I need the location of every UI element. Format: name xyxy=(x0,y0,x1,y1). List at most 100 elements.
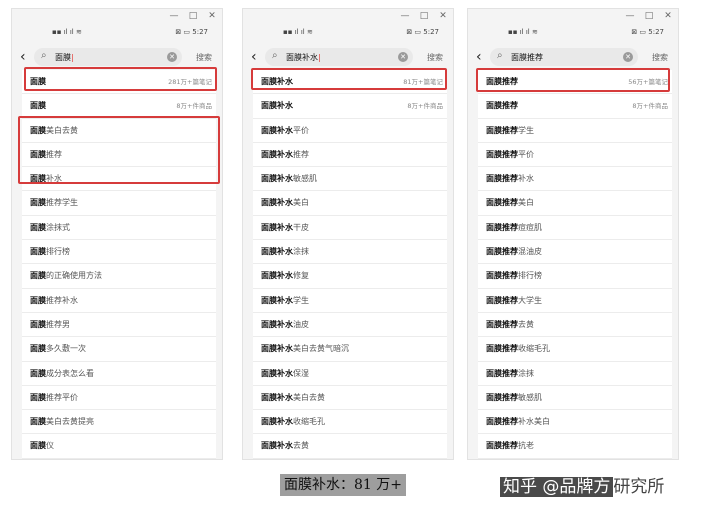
suggestion-row[interactable]: 面膜推荐补水美白 xyxy=(478,410,672,435)
suggestion-row[interactable]: 面膜补水平价 xyxy=(253,119,447,143)
suggestion-row[interactable]: 面膜涂抹式 xyxy=(22,216,216,241)
suggestion-row[interactable]: 面膜补水学生 xyxy=(253,289,447,313)
suggestion-suffix: 美白 xyxy=(293,198,309,208)
suggestion-row[interactable]: 面膜推荐排行榜 xyxy=(478,264,672,289)
suggestion-row[interactable]: 面膜补水敏感肌 xyxy=(253,167,447,192)
suggestion-keyword: 面膜补水 xyxy=(261,392,293,402)
signal-icons: ▪▪ ıl ıl ≋ xyxy=(52,28,82,36)
clear-icon[interactable]: ✕ xyxy=(167,52,177,62)
suggestion-suffix: 保湿 xyxy=(293,368,309,378)
maximize-button[interactable]: □ xyxy=(643,11,655,21)
minimize-button[interactable]: — xyxy=(168,11,180,21)
suggestion-keyword: 面膜补水 xyxy=(261,222,293,232)
suggestion-row[interactable]: 面膜美白去黄提亮 xyxy=(22,410,216,435)
suggestion-row[interactable]: 面膜推荐敏感肌 xyxy=(478,386,672,411)
suggestion-row[interactable]: 面膜推荐平价 xyxy=(22,386,216,411)
suggestion-row[interactable]: 面膜补水去黄 xyxy=(253,434,447,459)
suggestion-row[interactable]: 面膜排行榜 xyxy=(22,240,216,265)
suggestion-suffix: 排行榜 xyxy=(518,271,542,281)
status-time: ⊠ ▭ 5:27 xyxy=(406,28,439,36)
suggestion-row[interactable]: 面膜补水油皮 xyxy=(253,313,447,338)
suggestion-suffix: 补水 xyxy=(518,174,534,184)
suggestion-row[interactable]: 面膜推荐学生 xyxy=(478,119,672,143)
window-controls: — □ ✕ xyxy=(168,11,218,21)
suggestion-keyword: 面膜补水 xyxy=(261,198,293,208)
watermark: 知乎 @品牌方 xyxy=(500,477,614,497)
caption-right: 知乎 @品牌方 研究所 xyxy=(500,474,664,500)
suggestion-row[interactable]: 面膜补水涂抹 xyxy=(253,240,447,265)
suggestion-count: 8万+件商品 xyxy=(632,102,668,111)
suggestion-row[interactable]: 面膜推荐去黄 xyxy=(478,313,672,338)
suggestion-row[interactable]: 面膜推荐抗老 xyxy=(478,434,672,459)
suggestion-row[interactable]: 面膜仪 xyxy=(22,434,216,459)
suggestion-row[interactable]: 面膜推荐混油皮 xyxy=(478,240,672,265)
suggestion-row[interactable]: 面膜推荐 8万+件商品 xyxy=(478,94,672,119)
suggestion-row[interactable]: 面膜推荐平价 xyxy=(478,143,672,168)
suggestion-suffix: 干皮 xyxy=(293,222,309,232)
suggestion-row[interactable]: 面膜补水 8万+件商品 xyxy=(253,94,447,119)
search-input[interactable]: ⌕ 面膜推荐 ✕ xyxy=(490,48,638,66)
search-bar: ‹ ⌕ 面膜推荐 ✕ 搜索 xyxy=(468,46,678,70)
suggestion-row[interactable]: 面膜补水美白去黄气暗沉 xyxy=(253,337,447,362)
suggestion-row[interactable]: 面膜补水干皮 xyxy=(253,216,447,241)
suggestion-suffix: 修复 xyxy=(293,271,309,281)
suggestion-row[interactable]: 面膜补水美白去黄 xyxy=(253,386,447,411)
close-button[interactable]: ✕ xyxy=(206,11,218,21)
clear-icon[interactable]: ✕ xyxy=(623,52,633,62)
search-button[interactable]: 搜索 xyxy=(427,52,443,63)
suggestion-row[interactable]: 面膜多久敷一次 xyxy=(22,337,216,362)
suggestion-row[interactable]: 面膜推荐学生 xyxy=(22,191,216,216)
highlight-box xyxy=(251,68,447,90)
suggestion-row[interactable]: 面膜推荐涂抹 xyxy=(478,362,672,386)
suggestion-suffix: 痘痘肌 xyxy=(518,222,542,232)
maximize-button[interactable]: □ xyxy=(418,11,430,21)
suggestion-row[interactable]: 面膜补水修复 xyxy=(253,264,447,289)
window-controls: — □ ✕ xyxy=(624,11,674,21)
suggestion-suffix: 成分表怎么看 xyxy=(46,368,94,378)
suggestion-keyword: 面膜 xyxy=(30,344,46,354)
maximize-button[interactable]: □ xyxy=(187,11,199,21)
suggestion-row[interactable]: 面膜补水美白 xyxy=(253,191,447,216)
search-button[interactable]: 搜索 xyxy=(652,52,668,63)
search-input[interactable]: ⌕ 面膜补水| ✕ xyxy=(265,48,413,66)
minimize-button[interactable]: — xyxy=(399,11,411,21)
suggestion-row[interactable]: 面膜推荐美白 xyxy=(478,191,672,216)
suggestion-row[interactable]: 面膜的正确使用方法 xyxy=(22,264,216,289)
suggestion-keyword: 面膜推荐 xyxy=(486,101,518,111)
suggestion-keyword: 面膜补水 xyxy=(261,368,293,378)
suggestion-row[interactable]: 面膜 8万+件商品 xyxy=(22,94,216,119)
highlight-box xyxy=(24,67,217,91)
suggestion-suffix: 收缩毛孔 xyxy=(293,417,325,427)
suggestion-row[interactable]: 面膜补水推荐 xyxy=(253,143,447,168)
search-icon: ⌕ xyxy=(272,50,278,61)
search-button[interactable]: 搜索 xyxy=(196,52,212,63)
suggestion-suffix: 去黄 xyxy=(293,441,309,451)
back-arrow-icon[interactable]: ‹ xyxy=(476,49,482,65)
window-controls: — □ ✕ xyxy=(399,11,449,21)
suggestion-row[interactable]: 面膜补水保湿 xyxy=(253,362,447,386)
clear-icon[interactable]: ✕ xyxy=(398,52,408,62)
close-button[interactable]: ✕ xyxy=(437,11,449,21)
suggestion-keyword: 面膜推荐 xyxy=(486,344,518,354)
suggestion-suffix: 敏感肌 xyxy=(293,174,317,184)
suggestion-row[interactable]: 面膜推荐补水 xyxy=(478,167,672,192)
caption-right-suffix: 研究所 xyxy=(613,477,665,497)
suggestion-keyword: 面膜 xyxy=(30,295,46,305)
suggestion-keyword: 面膜 xyxy=(30,222,46,232)
suggestion-suffix: 美白 xyxy=(518,198,534,208)
suggestion-row[interactable]: 面膜推荐痘痘肌 xyxy=(478,216,672,241)
close-button[interactable]: ✕ xyxy=(662,11,674,21)
signal-icons: ▪▪ ıl ıl ≋ xyxy=(283,28,313,36)
status-time: ⊠ ▭ 5:27 xyxy=(175,28,208,36)
suggestion-row[interactable]: 面膜推荐大学生 xyxy=(478,289,672,313)
back-arrow-icon[interactable]: ‹ xyxy=(20,49,26,65)
suggestion-row[interactable]: 面膜推荐补水 xyxy=(22,289,216,313)
suggestion-row[interactable]: 面膜补水收缩毛孔 xyxy=(253,410,447,435)
back-arrow-icon[interactable]: ‹ xyxy=(251,49,257,65)
suggestion-row[interactable]: 面膜推荐收缩毛孔 xyxy=(478,337,672,362)
suggestion-suffix: 仪 xyxy=(46,441,54,451)
search-input[interactable]: ⌕ 面膜| ✕ xyxy=(34,48,182,66)
minimize-button[interactable]: — xyxy=(624,11,636,21)
suggestion-row[interactable]: 面膜推荐男 xyxy=(22,313,216,338)
suggestion-row[interactable]: 面膜成分表怎么看 xyxy=(22,362,216,386)
